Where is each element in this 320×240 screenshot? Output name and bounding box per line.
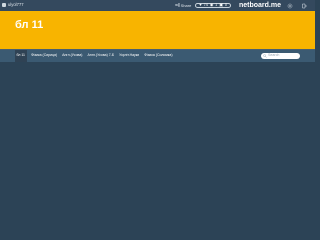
tab-ukrlit-nauky[interactable]: Укрліт.Науки <box>119 50 140 62</box>
username-label: ulyol777 <box>8 2 24 8</box>
stats-mid: 1 <box>215 2 218 7</box>
favorite-icon: ♥ <box>199 2 202 7</box>
tab-english-usova[interactable]: Англ.(Усова) <box>62 50 83 62</box>
tab-physics-solomka[interactable]: Фізика (Соломка) <box>144 50 173 62</box>
search-placeholder: Search <box>268 53 280 58</box>
netboard-logo[interactable]: netboard.me <box>239 2 281 9</box>
page-title: бл 11 <box>15 19 44 31</box>
settings-icon[interactable] <box>285 2 295 10</box>
search-input[interactable]: Search <box>261 53 300 59</box>
board-stats[interactable]: ♥ 74 ◉ 1 ▣ 0 <box>195 3 231 8</box>
board-tabs: бл 11 Фізика (Сириця) Англ.(Усова) Англ.… <box>15 50 173 62</box>
comment-icon: ▣ <box>219 2 223 7</box>
share-button[interactable]: Share <box>174 2 192 8</box>
tab-bl-11[interactable]: бл 11 <box>15 50 27 62</box>
stats-right: 0 <box>224 2 227 7</box>
top-right-controls: Share ♥ 74 ◉ 1 ▣ 0 netboard.me <box>174 0 309 11</box>
search-icon <box>263 54 267 58</box>
share-label: Share <box>180 2 192 8</box>
board-header: бл 11 <box>0 11 315 49</box>
share-icon <box>174 3 180 8</box>
user-menu[interactable]: ulyol777 <box>2 2 24 8</box>
board-tabs-bar: бл 11 Фізика (Сириця) Англ.(Усова) Англ.… <box>0 50 315 62</box>
view-icon: ◉ <box>209 2 214 7</box>
stats-left: 74 <box>203 2 208 7</box>
top-bar: ulyol777 Share ♥ 74 ◉ 1 ▣ 0 netboard.me <box>0 0 315 11</box>
avatar <box>2 3 6 8</box>
tab-physics-syrytsia[interactable]: Фізика (Сириця) <box>31 50 58 62</box>
logout-icon[interactable] <box>299 2 309 10</box>
board-canvas <box>0 62 315 210</box>
tab-english-usova-7b[interactable]: Англ.(Усова) 7-Б <box>87 50 115 62</box>
